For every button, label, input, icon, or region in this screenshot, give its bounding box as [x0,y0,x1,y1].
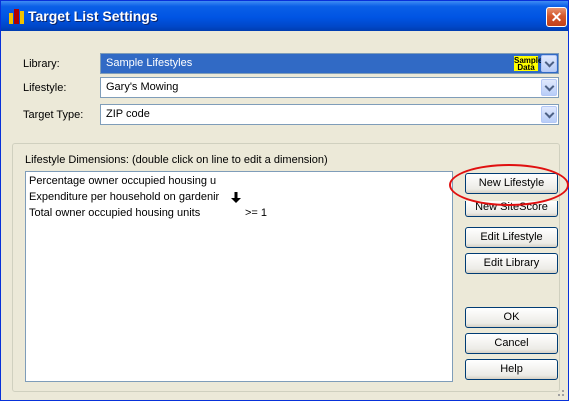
dimension-name: Expenditure per household on gardenir [29,191,220,203]
sample-data-badge: Sample Data [514,56,543,72]
dimensions-caption: Lifestyle Dimensions: (double click on l… [25,154,328,166]
annotation-circle [449,164,569,206]
title-bar[interactable]: Target List Settings ✕ [1,1,568,31]
edit-lifestyle-button[interactable]: Edit Lifestyle [465,227,558,248]
lifestyle-value: Gary's Mowing [106,81,179,93]
arrow-down-cursor-icon [231,192,241,203]
dimension-criterion: >= 1 [245,207,268,219]
resize-grip-icon[interactable] [555,387,565,397]
target-type-select[interactable]: ZIP code [100,104,559,125]
window-title: Target List Settings [28,8,158,24]
help-button[interactable]: Help [465,359,558,380]
lifestyle-label: Lifestyle: [23,82,67,94]
lifestyle-select[interactable]: Gary's Mowing [100,77,559,98]
dimension-name: Percentage owner occupied housing u [29,175,217,187]
cancel-button[interactable]: Cancel [465,333,558,354]
target-type-label: Target Type: [23,109,84,121]
library-select[interactable]: Sample Lifestyles Sample Data [100,53,559,74]
chevron-down-icon[interactable] [541,106,557,123]
close-button[interactable]: ✕ [546,7,567,27]
library-label: Library: [23,58,60,70]
app-icon [9,9,24,24]
dimension-name: Total owner occupied housing units [29,207,201,219]
close-icon: ✕ [550,9,563,25]
chevron-down-icon[interactable] [541,55,557,72]
target-type-value: ZIP code [106,108,150,120]
edit-library-button[interactable]: Edit Library [465,253,558,274]
library-value: Sample Lifestyles [106,57,193,69]
dimensions-list[interactable]: Percentage owner occupied housing u Expe… [25,171,453,382]
chevron-down-icon[interactable] [541,79,557,96]
target-list-settings-dialog: Target List Settings ✕ Library: Sample L… [0,0,569,401]
ok-button[interactable]: OK [465,307,558,328]
